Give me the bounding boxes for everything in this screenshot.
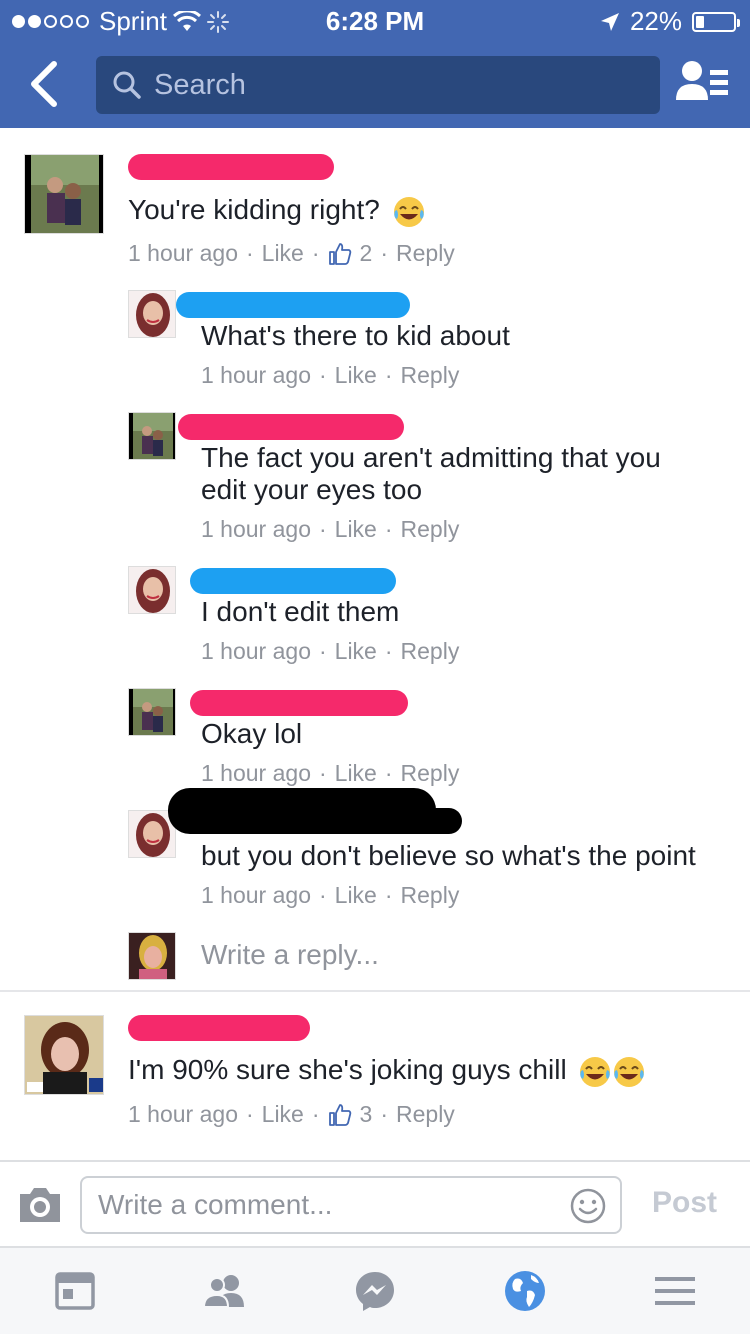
avatar[interactable] <box>128 688 176 736</box>
comment-timestamp: 1 hour ago <box>201 638 311 664</box>
reply-link[interactable]: Reply <box>396 240 455 267</box>
like-link[interactable]: Like <box>335 638 377 665</box>
avatar[interactable] <box>128 566 176 614</box>
status-bar: Sprint 6:28 PM 22% <box>0 0 750 40</box>
messenger-icon <box>356 1272 394 1311</box>
smiley-icon[interactable] <box>570 1188 606 1224</box>
write-reply-prompt[interactable]: Write a reply... <box>201 939 379 971</box>
reply-link[interactable]: Reply <box>401 516 460 543</box>
comment-text: Okay lol <box>201 718 303 749</box>
friend-requests-icon[interactable] <box>674 56 730 112</box>
like-count-thumb-icon <box>328 1103 351 1126</box>
comment-timestamp: 1 hour ago <box>128 1101 238 1127</box>
location-arrow-icon <box>600 12 619 31</box>
news-feed-icon <box>55 1272 95 1310</box>
comment-meta: 1 hour ago · Like · 3 · Reply <box>128 1101 455 1128</box>
comment-timestamp: 1 hour ago <box>201 516 311 542</box>
globe-icon <box>505 1271 545 1311</box>
like-count: 2 <box>359 240 373 266</box>
camera-icon[interactable] <box>18 1184 62 1224</box>
redacted-name <box>190 690 408 716</box>
comment-text: You're kidding right? <box>128 194 426 229</box>
divider <box>0 990 750 992</box>
tab-news-feed[interactable] <box>45 1261 105 1321</box>
reply-link[interactable]: Reply <box>401 760 460 787</box>
tears-of-joy-emoji-icon <box>393 196 424 227</box>
reply-link[interactable]: Reply <box>401 638 460 665</box>
battery-level <box>696 15 704 28</box>
comment-meta: 1 hour ago · Like · Reply <box>201 638 460 665</box>
comment-timestamp: 1 hour ago <box>128 240 238 266</box>
comment-text: I don't edit them <box>201 596 400 627</box>
reply-link[interactable]: Reply <box>396 1101 455 1128</box>
like-link[interactable]: Like <box>335 516 377 543</box>
like-link[interactable]: Like <box>262 1101 304 1128</box>
menu-icon <box>655 1277 695 1305</box>
tab-bar <box>0 1248 750 1334</box>
avatar[interactable] <box>24 154 104 234</box>
top-bar: Sprint 6:28 PM 22% <box>0 0 750 128</box>
comment-meta: 1 hour ago · Like · 2 · Reply <box>128 240 455 267</box>
redacted-name <box>176 292 410 318</box>
comment-field[interactable] <box>80 1176 622 1234</box>
comment-timestamp: 1 hour ago <box>201 882 311 908</box>
comment-timestamp: 1 hour ago <box>201 362 311 388</box>
comment-meta: 1 hour ago · Like · Reply <box>201 760 460 787</box>
redacted-name <box>128 1015 310 1041</box>
like-link[interactable]: Like <box>335 882 377 909</box>
comment-text: What's there to kid about <box>201 320 510 351</box>
like-link[interactable]: Like <box>262 240 304 267</box>
avatar[interactable] <box>128 290 176 338</box>
tears-of-joy-emoji-icon <box>614 1056 645 1087</box>
redacted-name <box>190 568 396 594</box>
like-link[interactable]: Like <box>335 760 377 787</box>
search-bar[interactable] <box>96 56 660 114</box>
redacted-name <box>180 808 462 834</box>
friends-icon <box>202 1275 244 1308</box>
like-count: 3 <box>359 1101 373 1127</box>
comment-meta: 1 hour ago · Like · Reply <box>201 516 460 543</box>
avatar[interactable] <box>128 412 176 460</box>
comment-text: The fact you aren't admitting that you e… <box>201 442 661 505</box>
redacted-name <box>178 414 404 440</box>
like-count-thumb-icon <box>328 242 351 265</box>
comment-text: I'm 90% sure she's joking guys chill <box>128 1054 646 1089</box>
tab-menu[interactable] <box>645 1261 705 1321</box>
battery-icon <box>692 11 740 32</box>
battery-percent: 22% <box>629 6 682 36</box>
like-link[interactable]: Like <box>335 362 377 389</box>
avatar[interactable] <box>24 1015 104 1095</box>
search-input[interactable] <box>154 68 634 102</box>
post-button[interactable]: Post <box>652 1186 717 1220</box>
reply-link[interactable]: Reply <box>401 362 460 389</box>
redacted-name <box>128 154 334 180</box>
navigation-bar <box>0 40 750 128</box>
comment-timestamp: 1 hour ago <box>201 760 311 786</box>
current-user-avatar <box>128 932 176 980</box>
comment-text: but you don't believe so what's the poin… <box>201 840 696 871</box>
tab-friends[interactable] <box>195 1261 255 1321</box>
comment-meta: 1 hour ago · Like · Reply <box>201 882 460 909</box>
tab-notifications[interactable] <box>495 1261 555 1321</box>
search-icon <box>113 71 141 99</box>
reply-link[interactable]: Reply <box>401 882 460 909</box>
comment-composer: Post <box>0 1160 750 1248</box>
comment-input[interactable] <box>98 1189 558 1221</box>
comment-meta: 1 hour ago · Like · Reply <box>201 362 460 389</box>
tab-messenger[interactable] <box>345 1261 405 1321</box>
tears-of-joy-emoji-icon <box>580 1056 611 1087</box>
back-arrow-icon[interactable] <box>22 58 70 110</box>
